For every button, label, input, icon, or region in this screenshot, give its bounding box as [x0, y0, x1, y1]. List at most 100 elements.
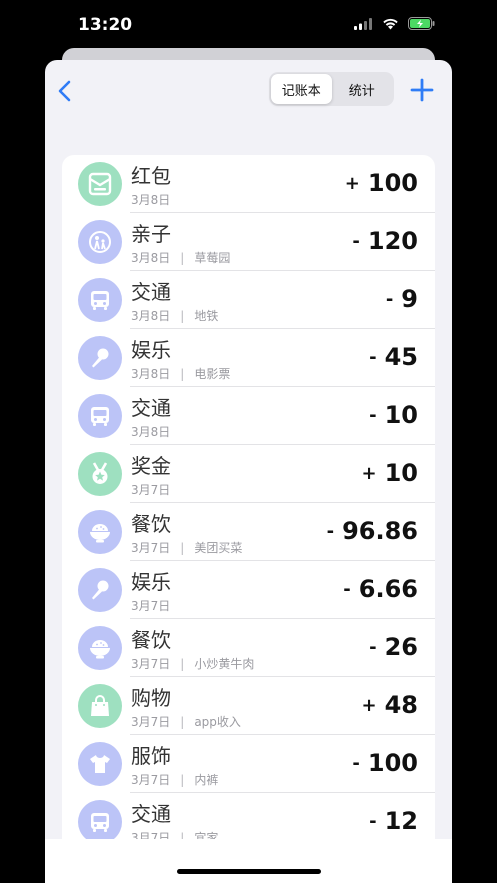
category-name: 餐饮 [131, 628, 171, 652]
bus-icon [78, 800, 122, 840]
record-amount: -45 [369, 343, 418, 371]
meta-separator: | [180, 541, 185, 555]
meta-separator: | [180, 773, 185, 787]
amount-sign: - [369, 405, 377, 426]
amount-sign: - [369, 347, 377, 368]
meta-separator: | [180, 309, 185, 323]
record-row[interactable]: 服饰 3月7日 | 内裤 -100 [62, 735, 435, 793]
record-row[interactable]: 娱乐 3月8日 | 电影票 -45 [62, 329, 435, 387]
rice-bowl-icon [78, 510, 122, 554]
record-row[interactable]: 奖金 3月7日 +10 [62, 445, 435, 503]
home-indicator[interactable] [177, 869, 321, 874]
category-name: 服饰 [131, 744, 171, 768]
record-amount: -6.66 [343, 575, 418, 603]
category-name: 交通 [131, 802, 171, 826]
record-note: 美团买菜 [194, 541, 243, 555]
amount-sign: - [352, 231, 360, 252]
tab-statistics[interactable]: 统计 [332, 74, 393, 104]
record-meta: 3月7日 | app收入 [131, 713, 241, 730]
record-row[interactable]: 亲子 3月8日 | 草莓园 -120 [62, 213, 435, 271]
amount-value: 10 [384, 459, 418, 487]
record-meta: 3月7日 [131, 597, 170, 614]
record-note: 内裤 [194, 773, 219, 787]
record-date: 3月7日 [131, 541, 171, 555]
record-row[interactable]: 购物 3月7日 | app收入 +48 [62, 677, 435, 735]
amount-sign: - [326, 521, 335, 542]
amount-sign: - [369, 637, 377, 658]
amount-value: 100 [367, 169, 418, 197]
record-amount: -26 [369, 633, 418, 661]
record-meta: 3月8日 [131, 191, 170, 208]
medal-icon [78, 452, 122, 496]
record-date: 3月8日 [131, 251, 171, 265]
microphone-icon [78, 568, 122, 612]
record-date: 3月7日 [131, 483, 171, 497]
record-row[interactable]: 交通 3月8日 -10 [62, 387, 435, 445]
record-amount: +10 [362, 459, 419, 487]
amount-value: 6.66 [358, 575, 418, 603]
battery-charging-icon [408, 17, 435, 30]
category-name: 娱乐 [131, 338, 171, 362]
record-note: 地铁 [194, 309, 219, 323]
record-amount: -96.86 [327, 517, 418, 545]
record-note: 小炒黄牛肉 [194, 657, 255, 671]
microphone-icon [78, 336, 122, 380]
record-row[interactable]: 交通 3月7日 | 宜家 -12 [62, 793, 435, 840]
meta-separator: | [180, 715, 185, 729]
record-amount: -120 [352, 227, 418, 255]
record-row[interactable]: 餐饮 3月7日 | 美团买菜 -96.86 [62, 503, 435, 561]
category-name: 交通 [131, 280, 171, 304]
record-note: app收入 [194, 715, 241, 729]
category-name: 奖金 [131, 454, 171, 478]
record-amount: +100 [345, 169, 418, 197]
record-amount: -9 [386, 285, 418, 313]
signal-icon [354, 17, 372, 30]
amount-value: 48 [384, 691, 418, 719]
category-name: 红包 [131, 164, 171, 188]
meta-separator: | [180, 251, 185, 265]
record-date: 3月8日 [131, 193, 171, 207]
record-date: 3月8日 [131, 367, 171, 381]
amount-sign: - [385, 289, 394, 310]
record-amount: -100 [352, 749, 418, 777]
category-name: 娱乐 [131, 570, 171, 594]
record-date: 3月8日 [131, 309, 171, 323]
record-note: 草莓园 [194, 251, 231, 265]
record-date: 3月7日 [131, 773, 171, 787]
record-row[interactable]: 红包 3月8日 +100 [62, 155, 435, 213]
amount-sign: - [352, 753, 360, 774]
record-meta: 3月8日 | 草莓园 [131, 249, 230, 266]
category-name: 亲子 [131, 222, 171, 246]
amount-value: 120 [367, 227, 418, 255]
rice-bowl-icon [78, 626, 122, 670]
tab-ledger[interactable]: 记账本 [271, 74, 332, 104]
record-row[interactable]: 餐饮 3月7日 | 小炒黄牛肉 -26 [62, 619, 435, 677]
tshirt-icon [78, 742, 122, 786]
back-chevron-icon[interactable] [53, 78, 79, 104]
record-meta: 3月7日 | 小炒黄牛肉 [131, 655, 254, 672]
amount-value: 9 [401, 285, 418, 313]
amount-value: 26 [384, 633, 418, 661]
parent-child-icon [78, 220, 122, 264]
record-meta: 3月7日 [131, 481, 170, 498]
record-row[interactable]: 交通 3月8日 | 地铁 -9 [62, 271, 435, 329]
record-meta: 3月8日 | 电影票 [131, 365, 230, 382]
amount-sign: - [343, 579, 351, 600]
record-amount: -12 [369, 807, 418, 835]
red-envelope-icon [78, 162, 122, 206]
record-amount: +48 [362, 691, 419, 719]
category-name: 交通 [131, 396, 171, 420]
meta-separator: | [180, 657, 185, 671]
amount-value: 10 [384, 401, 418, 429]
amount-value: 96.86 [342, 517, 418, 545]
record-meta: 3月8日 [131, 423, 170, 440]
record-row[interactable]: 娱乐 3月7日 -6.66 [62, 561, 435, 619]
add-plus-icon[interactable] [409, 77, 435, 103]
status-bar: 13:20 [0, 0, 497, 50]
shopping-bag-icon [78, 684, 122, 728]
bus-icon [78, 394, 122, 438]
amount-sign: + [361, 695, 377, 716]
record-amount: -10 [369, 401, 418, 429]
record-date: 3月7日 [131, 715, 171, 729]
ledger-sheet: 记账本 统计 红包 3月8日 +100 亲子 3月8日 | 草莓园 -120 交通 … [45, 60, 452, 883]
